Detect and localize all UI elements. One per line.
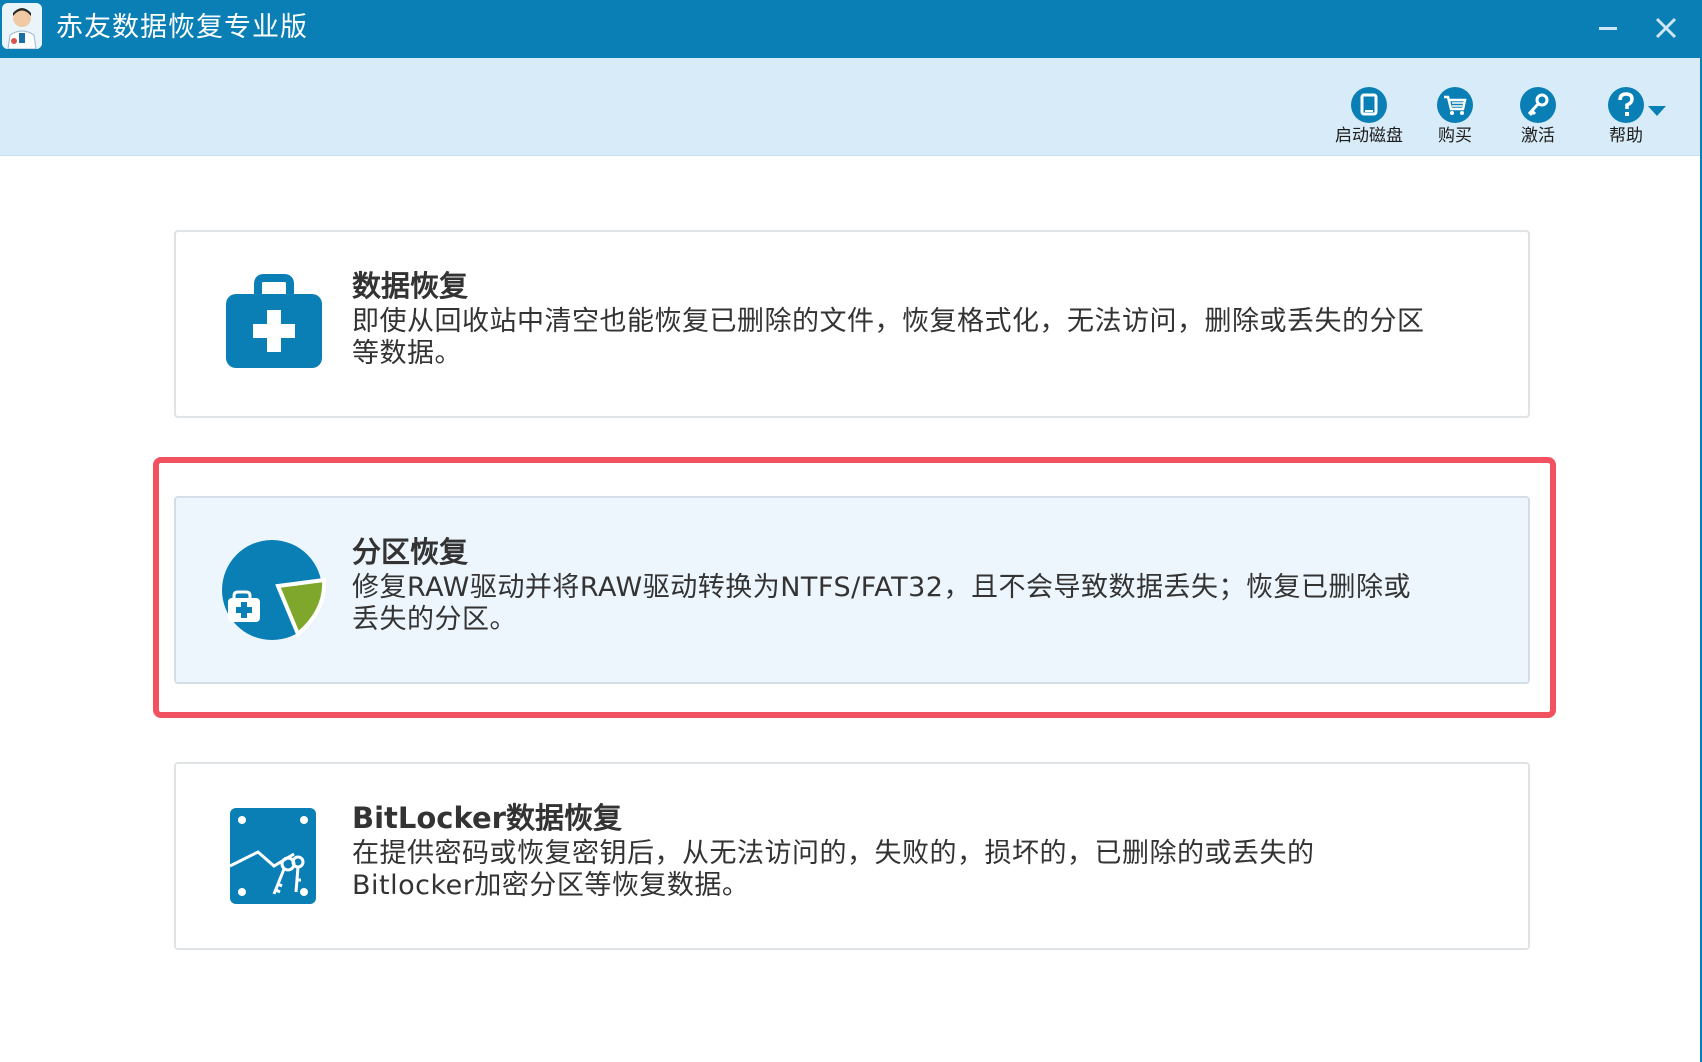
partition-recovery-description: 修复RAW驱动并将RAW驱动转换为NTFS/FAT32，且不会导致数据丢失；恢复… xyxy=(352,572,1411,635)
bitlocker-recovery-title: BitLocker数据恢复 xyxy=(352,801,622,835)
cart-icon xyxy=(1437,87,1473,123)
data-recovery-description: 即使从回收站中清空也能恢复已删除的文件，恢复格式化，无法访问，删除或丢失的分区等… xyxy=(352,306,1425,369)
medical-kit-icon xyxy=(226,274,322,368)
help-icon xyxy=(1608,87,1644,123)
toolbar: 启动磁盘 购买 激活 帮助 xyxy=(0,58,1700,156)
buy-button[interactable]: 购买 xyxy=(1410,86,1500,146)
close-icon xyxy=(1655,17,1677,39)
data-recovery-title: 数据恢复 xyxy=(352,269,469,303)
app-title: 赤友数据恢复专业版 xyxy=(56,12,308,43)
boot-disk-icon xyxy=(1351,87,1387,123)
title-bar[interactable]: 赤友数据恢复专业版 xyxy=(0,0,1702,58)
activate-button[interactable]: 激活 xyxy=(1493,86,1583,146)
bitlocker-keys-icon xyxy=(229,808,316,904)
buy-label: 购买 xyxy=(1438,126,1472,146)
activate-label: 激活 xyxy=(1521,126,1555,146)
data-recovery-option[interactable]: 数据恢复 即使从回收站中清空也能恢复已删除的文件，恢复格式化，无法访问，删除或丢… xyxy=(174,230,1530,418)
bitlocker-recovery-description: 在提供密码或恢复密钥后，从无法访问的，失败的，损坏的，已删除的或丢失的Bitlo… xyxy=(352,838,1315,901)
partition-pie-icon xyxy=(222,540,326,640)
partition-recovery-option[interactable]: 分区恢复 修复RAW驱动并将RAW驱动转换为NTFS/FAT32，且不会导致数据… xyxy=(174,496,1530,684)
minimize-icon xyxy=(1599,27,1617,30)
bitlocker-recovery-option[interactable]: BitLocker数据恢复 在提供密码或恢复密钥后，从无法访问的，失败的，损坏的… xyxy=(174,762,1530,950)
app-window: 赤友数据恢复专业版 启动磁盘 购买 激活 帮助 数据恢复 即使从回收站中清空也能… xyxy=(0,0,1702,1062)
help-button[interactable]: 帮助 xyxy=(1581,86,1671,146)
app-logo-icon xyxy=(2,3,42,49)
help-dropdown-caret-icon[interactable] xyxy=(1648,106,1666,116)
help-label: 帮助 xyxy=(1609,126,1643,146)
boot-disk-button[interactable]: 启动磁盘 xyxy=(1324,86,1414,146)
minimize-button[interactable] xyxy=(1588,8,1628,48)
boot-disk-label: 启动磁盘 xyxy=(1335,126,1403,146)
key-icon xyxy=(1520,87,1556,123)
partition-recovery-title: 分区恢复 xyxy=(352,535,469,569)
close-button[interactable] xyxy=(1646,8,1686,48)
